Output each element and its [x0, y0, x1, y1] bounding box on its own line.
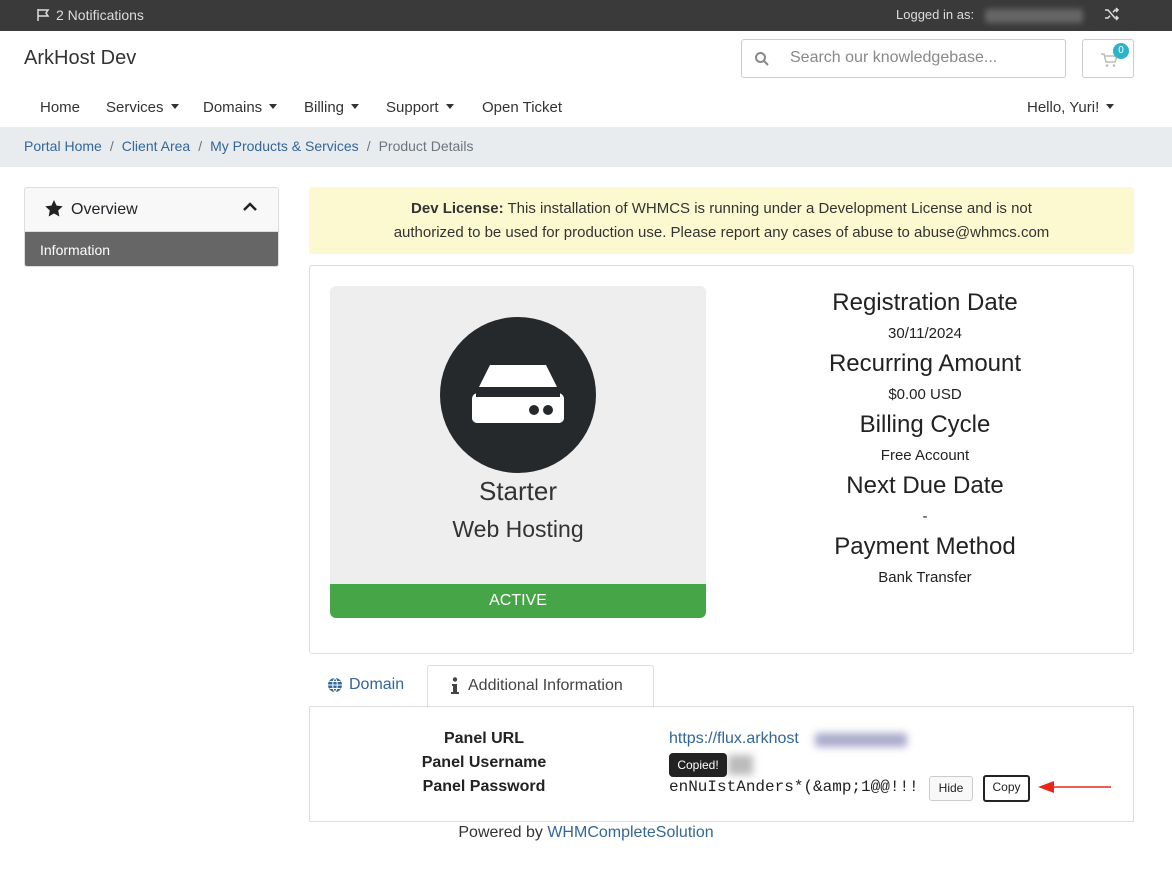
breadcrumb: Portal Home / Client Area / My Products …	[0, 127, 1172, 167]
alert-text-1: This installation of WHMCS is running un…	[507, 200, 1032, 217]
panel-url-label: Panel URL	[443, 730, 524, 747]
panel-password-label: Panel Password	[422, 778, 546, 795]
product-details-card: Starter Web Hosting ACTIVE Registration …	[309, 265, 1134, 654]
nav-home[interactable]: Home	[40, 99, 80, 116]
nav-domains[interactable]: Domains	[203, 99, 278, 116]
chevron-down-icon	[1106, 103, 1115, 109]
nav-open-ticket[interactable]: Open Ticket	[482, 99, 562, 116]
footer-whmcs-link[interactable]: WHMCompleteSolution	[547, 824, 713, 841]
product-summary-box: Starter Web Hosting	[330, 286, 706, 584]
footer: Powered by WHMCompleteSolution	[0, 824, 1172, 842]
product-name: Starter	[478, 476, 558, 506]
top-bar: 2 Notifications Logged in as:	[0, 0, 1172, 31]
nav-services[interactable]: Services	[106, 99, 179, 116]
chevron-down-icon	[269, 103, 278, 109]
nav-support-label: Support	[386, 99, 439, 116]
notifications-link[interactable]: 2 Notifications	[36, 7, 144, 23]
search-icon	[755, 52, 769, 66]
next-due-date-value: -	[922, 508, 928, 525]
star-icon	[45, 200, 63, 217]
dev-license-alert: Dev License: This installation of WHMCS …	[309, 187, 1134, 254]
alert-text-2: authorized to be used for production use…	[393, 224, 1050, 241]
breadcrumb-client-area[interactable]: Client Area	[122, 138, 190, 154]
copied-tooltip: Copied!	[669, 753, 727, 777]
payment-method-value: Bank Transfer	[878, 569, 972, 586]
footer-prefix: Powered by	[458, 824, 543, 841]
alert-line-1: Dev License: This installation of WHMCS …	[309, 197, 1134, 221]
tab-domain[interactable]: Domain	[327, 676, 404, 694]
nav-billing[interactable]: Billing	[304, 99, 360, 116]
main-nav: Home Services Domains Billing Support Op…	[0, 97, 1172, 119]
chevron-down-icon	[351, 103, 360, 109]
chevron-down-icon	[445, 103, 454, 109]
panel-username-redacted	[728, 755, 753, 775]
additional-info-panel: Panel URL https://flux.arkhost Panel Use…	[309, 706, 1134, 822]
breadcrumb-separator: /	[109, 138, 114, 154]
status-badge: ACTIVE	[330, 584, 706, 618]
search-input[interactable]	[790, 49, 1050, 67]
payment-method-label: Payment Method	[834, 533, 1016, 560]
server-icon-circle	[440, 317, 596, 473]
nav-account-menu[interactable]: Hello, Yuri!	[1027, 99, 1115, 116]
nav-services-label: Services	[106, 99, 164, 116]
panel-url-redacted	[815, 733, 907, 747]
cart-count-badge: 0	[1113, 43, 1129, 59]
registration-date-value: 30/11/2024	[888, 325, 962, 342]
next-due-date-label: Next Due Date	[846, 472, 1004, 499]
server-icon	[472, 365, 564, 423]
flag-icon	[37, 9, 50, 21]
site-brand[interactable]: ArkHost Dev	[24, 47, 136, 70]
cart-button[interactable]: 0	[1082, 39, 1134, 78]
breadcrumb-current: Product Details	[378, 138, 474, 154]
sidebar-title: Overview	[71, 201, 138, 218]
chevron-down-icon	[170, 103, 179, 109]
registration-date-label: Registration Date	[832, 289, 1018, 316]
recurring-amount-label: Recurring Amount	[828, 350, 1022, 377]
globe-icon	[328, 677, 342, 693]
tab-additional-label: Additional Information	[468, 677, 623, 694]
annotation-arrow	[1038, 781, 1111, 793]
alert-strong: Dev License:	[411, 200, 504, 217]
product-tabs: Domain Additional Information	[309, 665, 1134, 708]
breadcrumb-separator: /	[366, 138, 371, 154]
sidebar-item-information[interactable]: Information	[25, 232, 278, 266]
knowledgebase-search[interactable]	[741, 39, 1066, 78]
billing-cycle-value: Free Account	[880, 447, 970, 464]
logged-in-username-redacted	[985, 9, 1083, 23]
shuffle-icon[interactable]	[1104, 6, 1120, 25]
breadcrumb-portal-home[interactable]: Portal Home	[24, 138, 102, 154]
sidebar-overview-panel: Overview Information	[24, 187, 279, 267]
breadcrumb-products-services[interactable]: My Products & Services	[210, 138, 359, 154]
breadcrumb-separator: /	[198, 138, 203, 154]
panel-url-link[interactable]: https://flux.arkhost	[669, 730, 799, 748]
hide-password-button[interactable]: Hide	[929, 776, 973, 801]
panel-password-value[interactable]: enNuIstAnders*(&amp;1@@!!!	[669, 778, 919, 796]
product-info-list: Registration Date 30/11/2024 Recurring A…	[730, 286, 1120, 591]
nav-billing-label: Billing	[304, 99, 345, 116]
nav-support[interactable]: Support	[386, 99, 454, 116]
copy-password-button[interactable]: Copy	[983, 775, 1030, 802]
product-group: Web Hosting	[452, 516, 584, 542]
tab-additional-information[interactable]: Additional Information	[427, 665, 654, 708]
tab-domain-label: Domain	[349, 676, 405, 693]
billing-cycle-label: Billing Cycle	[859, 411, 991, 438]
panel-username-label: Panel Username	[421, 754, 547, 771]
sidebar-panel-header[interactable]: Overview	[25, 188, 278, 232]
recurring-amount-value: $0.00 USD	[888, 386, 962, 403]
account-greeting: Hello, Yuri!	[1027, 99, 1100, 116]
chevron-up-icon[interactable]	[243, 202, 257, 212]
logged-in-label: Logged in as:	[896, 7, 975, 22]
info-icon	[451, 677, 459, 694]
notifications-label: 2 Notifications	[56, 7, 144, 23]
nav-domains-label: Domains	[203, 99, 263, 116]
